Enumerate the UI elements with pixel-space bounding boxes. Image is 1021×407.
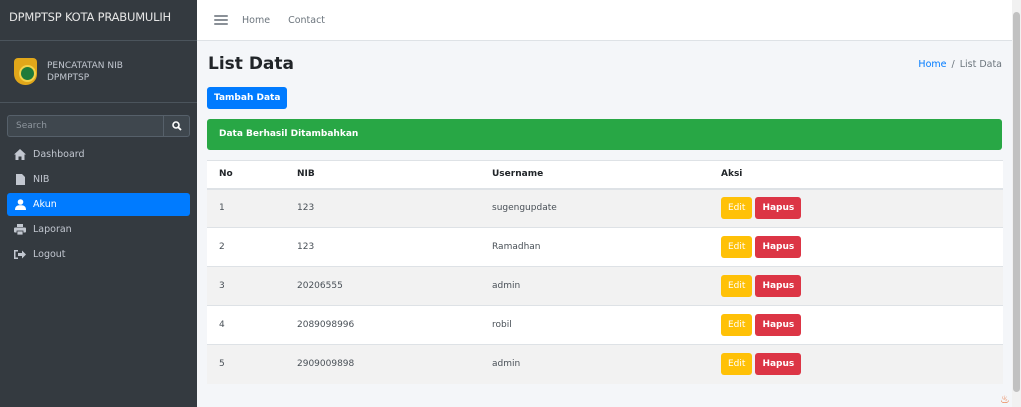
page-title: List Data bbox=[208, 54, 295, 74]
user-panel-line2: DPMPTSP bbox=[47, 72, 90, 83]
cell-username: sugengupdate bbox=[480, 188, 709, 228]
home-icon bbox=[13, 149, 27, 161]
table-row: 3 20206555 admin Edit Hapus bbox=[207, 266, 1003, 306]
menu-toggle-icon[interactable] bbox=[214, 15, 228, 25]
search-input[interactable] bbox=[8, 116, 163, 136]
cell-actions: Edit Hapus bbox=[709, 344, 1003, 384]
page-scrollbar[interactable] bbox=[1012, 0, 1021, 407]
table-row: 5 2909009898 admin Edit Hapus bbox=[207, 344, 1003, 384]
data-table: No NIB Username Aksi 1 123 sugengupdate … bbox=[207, 160, 1003, 384]
sidebar-item-laporan[interactable]: Laporan bbox=[7, 218, 190, 241]
edit-button[interactable]: Edit bbox=[721, 275, 753, 297]
breadcrumb: Home / List Data bbox=[918, 59, 1002, 70]
sidebar-nav: Dashboard NIB Akun Laporan Logout bbox=[0, 143, 197, 266]
cell-actions: Edit Hapus bbox=[709, 305, 1003, 345]
delete-button[interactable]: Hapus bbox=[755, 353, 802, 376]
delete-button[interactable]: Hapus bbox=[755, 236, 802, 258]
cell-nib: 123 bbox=[285, 227, 480, 267]
breadcrumb-home-link[interactable]: Home bbox=[918, 59, 946, 70]
sign-out-icon bbox=[13, 249, 27, 261]
cell-username: Ramadhan bbox=[480, 227, 709, 267]
user-panel-name[interactable]: PENCATATAN NIB DPMPTSP bbox=[47, 60, 123, 84]
cell-no: 1 bbox=[207, 188, 285, 228]
success-alert: Data Berhasil Ditambahkan bbox=[207, 119, 1002, 150]
user-panel-line1: PENCATATAN NIB bbox=[47, 60, 123, 71]
table-header-row: No NIB Username Aksi bbox=[207, 160, 1003, 190]
cell-no: 5 bbox=[207, 344, 285, 384]
edit-button[interactable]: Edit bbox=[721, 314, 753, 336]
sidebar-item-label: Akun bbox=[33, 199, 57, 210]
cell-actions: Edit Hapus bbox=[709, 188, 1003, 228]
city-logo-icon bbox=[14, 58, 37, 85]
top-navbar: Home Contact bbox=[197, 0, 1021, 41]
main-content: List Data Home / List Data Tambah Data D… bbox=[197, 41, 1012, 407]
cell-no: 2 bbox=[207, 227, 285, 267]
header-username: Username bbox=[480, 160, 709, 190]
delete-button[interactable]: Hapus bbox=[755, 275, 802, 297]
sidebar-item-akun[interactable]: Akun bbox=[7, 193, 190, 216]
cell-no: 3 bbox=[207, 266, 285, 306]
header-nib: NIB bbox=[285, 160, 480, 190]
delete-button[interactable]: Hapus bbox=[755, 314, 802, 336]
user-icon bbox=[13, 199, 27, 211]
delete-button[interactable]: Hapus bbox=[755, 197, 802, 220]
scrollbar-thumb[interactable] bbox=[1013, 12, 1020, 392]
header-aksi: Aksi bbox=[709, 160, 1003, 190]
sidebar-item-label: Logout bbox=[33, 249, 66, 260]
content-header: List Data Home / List Data bbox=[207, 41, 1002, 87]
breadcrumb-separator: / bbox=[951, 58, 955, 70]
user-panel: PENCATATAN NIB DPMPTSP bbox=[0, 41, 197, 103]
cell-nib: 2909009898 bbox=[285, 344, 480, 384]
cell-username: robil bbox=[480, 305, 709, 345]
cell-actions: Edit Hapus bbox=[709, 266, 1003, 306]
brand-title[interactable]: DPMPTSP KOTA PRABUMULIH bbox=[0, 0, 197, 41]
sidebar-item-label: Laporan bbox=[33, 224, 72, 235]
sidebar: DPMPTSP KOTA PRABUMULIH PENCATATAN NIB D… bbox=[0, 0, 197, 407]
cell-nib: 123 bbox=[285, 188, 480, 228]
flame-icon[interactable]: ♨ bbox=[1000, 394, 1010, 405]
header-no: No bbox=[207, 160, 285, 190]
cell-username: admin bbox=[480, 344, 709, 384]
search-icon bbox=[171, 121, 182, 131]
sidebar-item-logout[interactable]: Logout bbox=[7, 243, 190, 266]
cell-username: admin bbox=[480, 266, 709, 306]
cell-actions: Edit Hapus bbox=[709, 227, 1003, 267]
topnav-home-link[interactable]: Home bbox=[242, 15, 270, 26]
sidebar-item-dashboard[interactable]: Dashboard bbox=[7, 143, 190, 166]
sidebar-search bbox=[7, 115, 190, 137]
edit-button[interactable]: Edit bbox=[721, 236, 753, 258]
print-icon bbox=[13, 224, 27, 236]
search-button[interactable] bbox=[163, 116, 189, 136]
edit-button[interactable]: Edit bbox=[721, 197, 753, 220]
topnav-contact-link[interactable]: Contact bbox=[288, 15, 325, 26]
sidebar-item-label: Dashboard bbox=[33, 149, 85, 160]
cell-no: 4 bbox=[207, 305, 285, 345]
sidebar-item-nib[interactable]: NIB bbox=[7, 168, 190, 191]
breadcrumb-current: List Data bbox=[959, 58, 1002, 70]
cell-nib: 20206555 bbox=[285, 266, 480, 306]
table-row: 2 123 Ramadhan Edit Hapus bbox=[207, 227, 1003, 267]
cell-nib: 2089098996 bbox=[285, 305, 480, 345]
add-data-button[interactable]: Tambah Data bbox=[207, 87, 288, 109]
file-icon bbox=[13, 174, 27, 186]
sidebar-item-label: NIB bbox=[33, 174, 50, 185]
edit-button[interactable]: Edit bbox=[721, 353, 753, 376]
table-row: 1 123 sugengupdate Edit Hapus bbox=[207, 188, 1003, 228]
table-row: 4 2089098996 robil Edit Hapus bbox=[207, 305, 1003, 345]
